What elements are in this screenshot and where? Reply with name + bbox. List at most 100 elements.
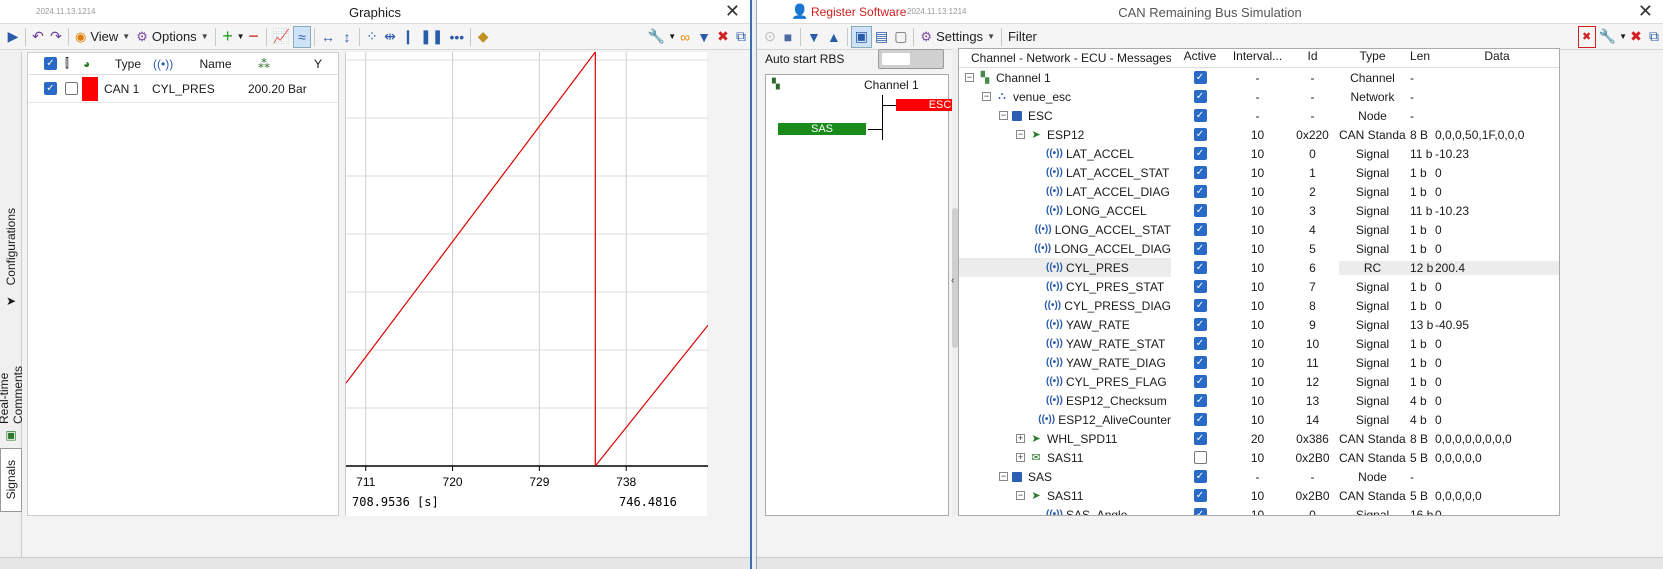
active-checkbox[interactable]: ✓ [1193,356,1207,369]
grid-row[interactable]: ((•)) YAW_RATE_DIAG ✓ 10 11 Signal 1 b 0 [959,353,1559,372]
row-data[interactable]: 0 [1433,299,1559,313]
axis-checkbox[interactable] [65,82,78,95]
grid-row[interactable]: ((•)) LAT_ACCEL_DIAG ✓ 10 2 Signal 1 b 0 [959,182,1559,201]
row-data[interactable]: 200.4 [1433,260,1559,275]
grid-row[interactable]: − ⛬ venue_esc ✓ - - Network - [959,87,1559,106]
signal-color-swatch[interactable] [82,76,98,101]
expander-icon[interactable]: − [982,92,991,101]
grid-row[interactable]: + ➤ WHL_SPD11 ✓ 20 0x386 CAN Standar 8 B 0,0,0,0… [959,429,1559,448]
pause-icon[interactable]: ❚❚ [417,26,446,48]
row-active[interactable]: ✓ [1171,394,1229,407]
row-data[interactable]: 0 [1433,413,1559,427]
more-icon[interactable]: ••• [446,26,467,48]
grid-row[interactable]: ((•)) CYL_PRES ✓ 10 6 RC 12 b 200.4 [959,258,1559,277]
graph-plot[interactable]: 711 720 729 738 708.9536 [s] 746.4816 [345,51,709,516]
link-icon[interactable]: ∞ [676,26,694,48]
active-checkbox[interactable]: ✓ [1193,223,1207,236]
active-checkbox[interactable]: ✓ [1193,508,1207,515]
col-id[interactable]: Id [1286,49,1339,67]
row-active[interactable] [1171,451,1229,464]
expander-icon[interactable]: − [1016,491,1025,500]
fit-horizontal-icon[interactable]: ↔ [318,26,338,48]
grid-row[interactable]: ((•)) CYL_PRES_FLAG ✓ 10 12 Signal 1 b 0 [959,372,1559,391]
grid-row[interactable]: ((•)) LONG_ACCEL ✓ 10 3 Signal 11 b -10.23 [959,201,1559,220]
row-data[interactable]: 0 [1433,375,1559,389]
wrench-icon[interactable]: 🔧 [1596,26,1619,48]
grid-row[interactable]: − SAS ✓ - - Node - [959,467,1559,486]
stop-icon[interactable]: ■ [779,26,797,48]
row-data[interactable]: 0,0,0,50,1F,0,0,0 [1433,128,1559,142]
expander-icon[interactable]: + [1016,453,1025,462]
row-active[interactable]: ✓ [1171,147,1229,160]
active-checkbox[interactable]: ✓ [1193,413,1207,426]
active-checkbox[interactable]: ✓ [1193,432,1207,445]
cursor-pair-icon[interactable]: ⇹ [381,26,399,48]
row-active[interactable]: ✓ [1171,413,1229,426]
expander-icon[interactable]: − [999,111,1008,120]
eraser-icon[interactable]: ◆ [474,26,492,48]
row-data[interactable]: 0 [1433,185,1559,199]
grid-row[interactable]: − ESC ✓ - - Node - [959,106,1559,125]
row-active[interactable]: ✓ [1171,185,1229,198]
row-active[interactable]: ✓ [1171,432,1229,445]
row-data[interactable]: -10.23 [1433,204,1559,218]
row-active[interactable]: ✓ [1171,280,1229,293]
pin-icon[interactable]: ➤ [0,292,22,310]
remove-icon[interactable]: − [245,26,263,48]
row-active[interactable]: ✓ [1171,166,1229,179]
clear-icon[interactable]: ✖ [1577,25,1596,48]
active-checkbox[interactable]: ✓ [1193,299,1207,312]
add-icon[interactable]: + [219,26,237,48]
move-down-icon[interactable]: ▼ [804,26,824,48]
options-menu[interactable]: ⚙ Options ▼ [133,26,211,48]
row-data[interactable]: 0 [1433,337,1559,351]
active-checkbox[interactable]: ✓ [1193,337,1207,350]
row-data[interactable]: 0 [1433,280,1559,294]
active-checkbox[interactable]: ✓ [1193,204,1207,217]
filter-label[interactable]: Filter [1005,26,1040,48]
grid-row[interactable]: ((•)) ESP12_Checksum ✓ 10 13 Signal 4 b 0 [959,391,1559,410]
grid-row[interactable]: ((•)) YAW_RATE ✓ 10 9 Signal 13 b -40.95 [959,315,1559,334]
row-data[interactable]: 0 [1433,356,1559,370]
filter-icon[interactable]: ▼ [694,26,714,48]
active-checkbox[interactable]: ✓ [1193,71,1207,84]
row-data[interactable]: 0 [1433,242,1559,256]
active-checkbox[interactable]: ✓ [1193,147,1207,160]
active-checkbox[interactable]: ✓ [1193,394,1207,407]
export-icon[interactable]: ⧉ [1645,26,1663,48]
grid-row[interactable]: + ✉ SAS11 10 0x2B0 CAN Standar 5 B 0,0,0,0,0 [959,448,1559,467]
close-icon[interactable]: ✕ [1638,1,1653,22]
tab-signals[interactable]: Signals [0,448,22,512]
row-data[interactable]: 0 [1433,394,1559,408]
node-sas-box[interactable]: SAS [778,123,866,135]
grid-row[interactable]: ((•)) YAW_RATE_STAT ✓ 10 10 Signal 1 b 0 [959,334,1559,353]
grid-row[interactable]: ((•)) ESP12_AliveCounter ✓ 10 14 Signal 4 b 0 [959,410,1559,429]
row-active[interactable]: ✓ [1171,299,1229,312]
grid-row[interactable]: ((•)) LAT_ACCEL_STAT ✓ 10 1 Signal 1 b 0 [959,163,1559,182]
row-data[interactable]: 0 [1433,166,1559,180]
grid-row[interactable]: ((•)) CYL_PRES_STAT ✓ 10 7 Signal 1 b 0 [959,277,1559,296]
grid-row[interactable]: ((•)) LAT_ACCEL ✓ 10 0 Signal 11 b -10.23 [959,144,1559,163]
active-checkbox[interactable] [1193,451,1207,464]
wrench-icon[interactable]: 🔧 [645,26,668,48]
row-active[interactable]: ✓ [1171,109,1229,122]
row-active[interactable]: ✓ [1171,337,1229,350]
row-active[interactable]: ✓ [1171,128,1229,141]
select-all-checkbox[interactable]: ✓ [44,57,57,70]
col-interval[interactable]: Interval... [1229,49,1286,67]
cursor-icon[interactable]: ⁘ [363,26,381,48]
auto-start-toggle[interactable] [878,49,944,69]
undo-icon[interactable]: ↶ [29,26,47,48]
row-data[interactable]: -40.95 [1433,318,1559,332]
active-checkbox[interactable]: ✓ [1193,318,1207,331]
expander-icon[interactable]: − [1016,130,1025,139]
grid-row[interactable]: − ➤ SAS11 ✓ 10 0x2B0 CAN Standar 5 B 0,0,0,0,0 [959,486,1559,505]
grid-row[interactable]: − ▚ Channel 1 ✓ - - Channel - [959,68,1559,87]
active-checkbox[interactable]: ✓ [1193,470,1207,483]
row-data[interactable]: 0,0,0,0,0 [1433,489,1559,503]
view-grid-icon[interactable]: ▣ [850,25,872,48]
settings-menu[interactable]: ⚙ Settings ▼ [917,26,998,48]
row-data[interactable]: -10.23 [1433,147,1559,161]
export-icon[interactable]: ⧉ [732,26,750,48]
fit-vertical-icon[interactable]: ↕ [338,26,356,48]
